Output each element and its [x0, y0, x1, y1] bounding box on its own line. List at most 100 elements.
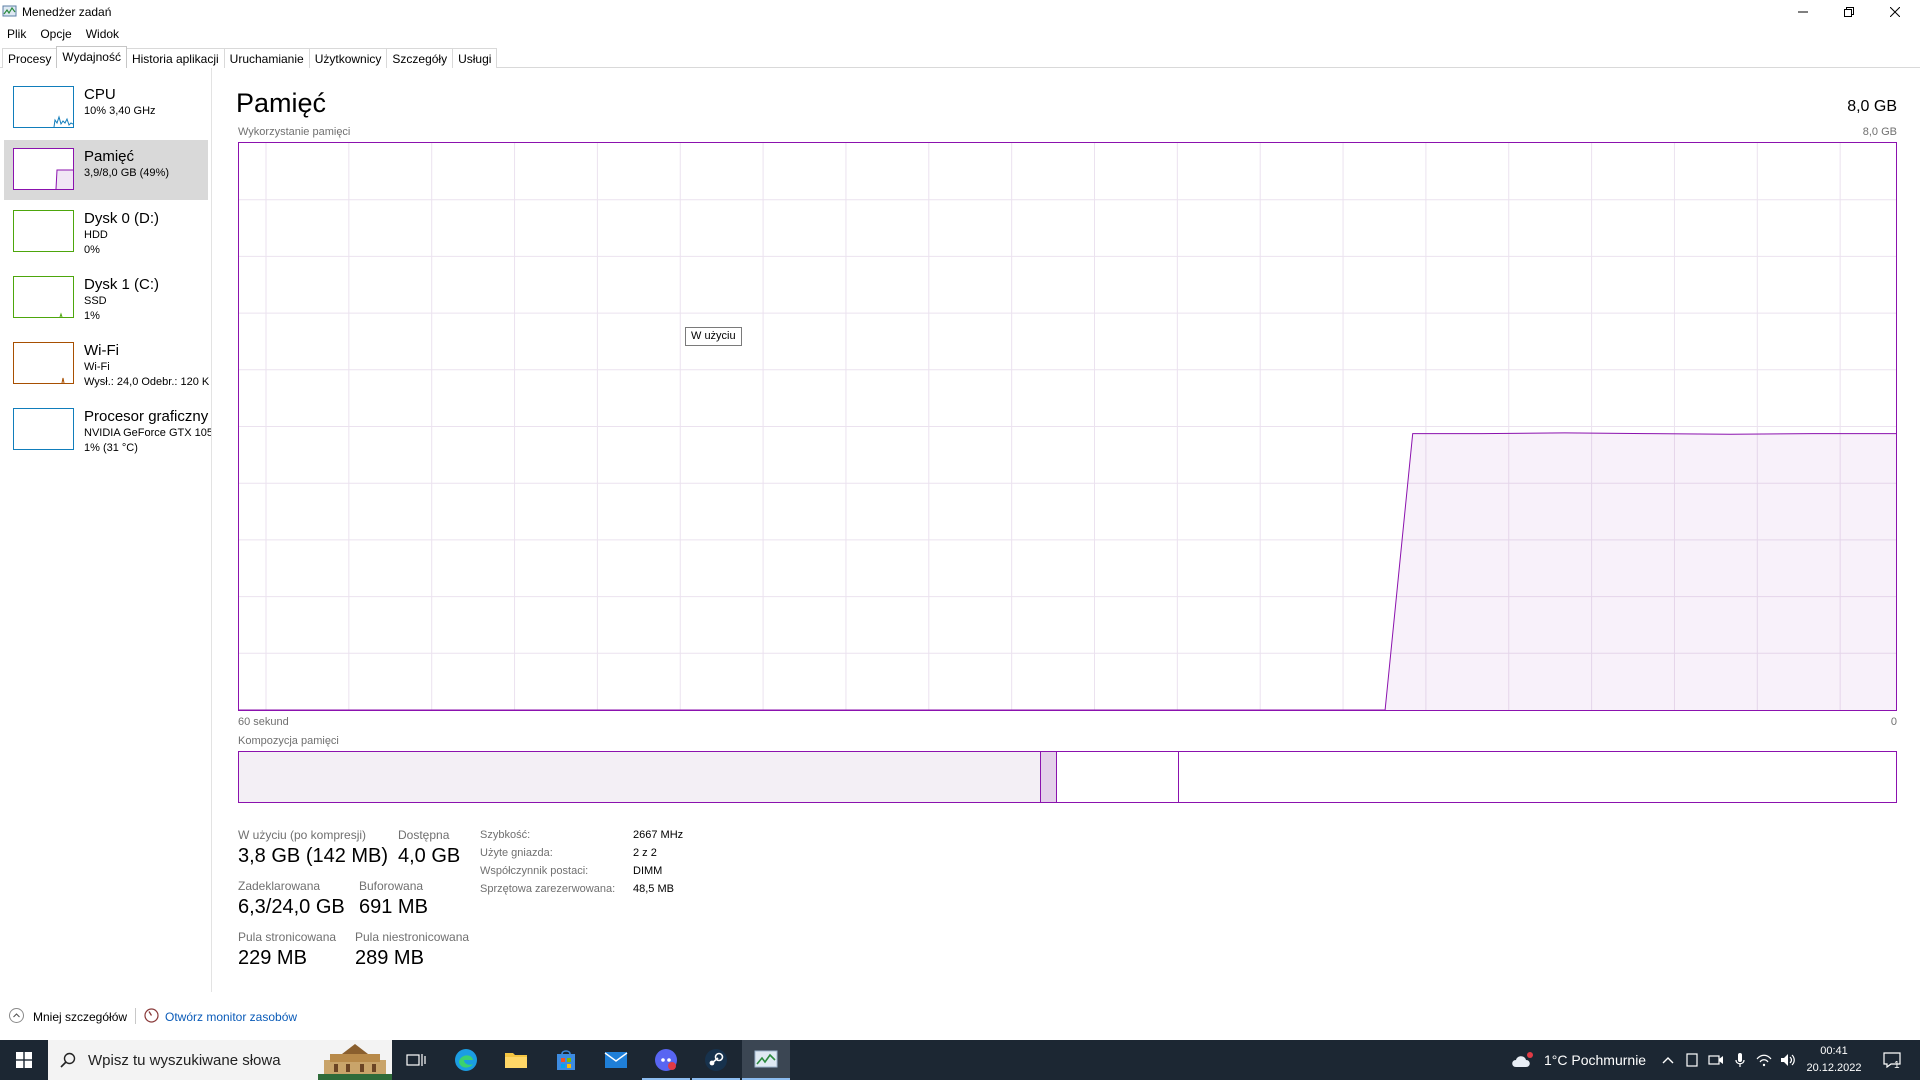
sidebar-item-detail: 0%: [84, 244, 100, 256]
chart-tooltip: W użyciu: [685, 327, 742, 346]
sidebar-item-detail: 3,9/8,0 GB (49%): [84, 167, 169, 179]
menu-options[interactable]: Opcje: [33, 24, 78, 44]
taskbar-search-box[interactable]: Wpisz tu wyszukiwane słowa: [48, 1040, 392, 1080]
edge-taskbar-button[interactable]: [442, 1040, 490, 1080]
close-button[interactable]: [1872, 0, 1918, 24]
steam-taskbar-button[interactable]: [692, 1040, 740, 1080]
cached-value: 691 MB: [359, 896, 428, 918]
chart-title: Wykorzystanie pamięci: [238, 126, 351, 138]
sidebar-item-detail: 1% (31 °C): [84, 442, 138, 454]
sidebar-item-detail: HDD: [84, 229, 108, 241]
committed-label: Zadeklarowana: [238, 879, 321, 893]
search-placeholder: Wpisz tu wyszukiwane słowa: [88, 1052, 281, 1069]
store-taskbar-button[interactable]: [542, 1040, 590, 1080]
memory-panel: Pamięć 8,0 GB Wykorzystanie pamięci 8,0 …: [212, 68, 1920, 992]
sidebar-item-detail: NVIDIA GeForce GTX 1050: [84, 427, 212, 439]
sidebar-item-label: Procesor graficzny 0: [84, 408, 212, 425]
page-title: Pamięć: [236, 88, 327, 118]
clock-date: 20.12.2022: [1806, 1062, 1862, 1074]
restore-button[interactable]: [1826, 0, 1872, 24]
composition-segment-in-use[interactable]: [239, 752, 1041, 802]
tab-users[interactable]: Użytkownicy: [308, 48, 388, 68]
x-axis-start-label: 60 sekund: [238, 716, 289, 728]
sidebar-item-wifi[interactable]: Wi-Fi Wi-Fi Wysł.: 24,0 Odebr.: 120 K: [4, 334, 209, 394]
menu-view[interactable]: Widok: [79, 24, 126, 44]
tab-services[interactable]: Usługi: [452, 48, 498, 68]
store-icon: [557, 1050, 575, 1070]
sidebar-item-detail: 10% 3,40 GHz: [84, 105, 156, 117]
tab-performance[interactable]: Wydajność: [56, 46, 127, 68]
memory-composition-bar[interactable]: [238, 751, 1897, 803]
tray-tablet-button[interactable]: [1682, 1050, 1702, 1070]
sidebar-item-detail: SSD: [84, 295, 107, 307]
cpu-thumbnail: [13, 86, 74, 128]
composition-segment-modified[interactable]: [1040, 752, 1058, 802]
available-value: 4,0 GB: [398, 845, 461, 867]
sidebar-item-disk-0[interactable]: Dysk 0 (D:) HDD 0%: [4, 202, 208, 262]
sidebar-item-label: CPU: [84, 86, 116, 103]
sidebar-item-gpu[interactable]: Procesor graficzny 0 NVIDIA GeForce GTX …: [4, 400, 211, 460]
task-view-button[interactable]: [392, 1040, 440, 1080]
tablet-icon: [1686, 1053, 1698, 1067]
window-title: Menedżer zadań: [22, 5, 112, 19]
chevron-up-icon: [1662, 1057, 1674, 1064]
discord-taskbar-button[interactable]: [642, 1040, 690, 1080]
sidebar-item-label: Pamięć: [84, 148, 135, 165]
tab-startup[interactable]: Uruchamianie: [223, 48, 310, 68]
taskbar-clock[interactable]: 00:41 20.12.2022: [1788, 1043, 1880, 1077]
tab-app-history[interactable]: Historia aplikacji: [125, 48, 225, 68]
show-hidden-icons-button[interactable]: [1658, 1050, 1678, 1070]
task-manager-icon: [2, 5, 17, 17]
edge-icon: [455, 1049, 477, 1071]
close-icon: [1890, 7, 1900, 17]
hardware-reserved-value: 48,5 MB: [633, 883, 674, 895]
series-area-in-use: [239, 432, 1896, 710]
tab-details[interactable]: Szczegóły: [386, 48, 454, 68]
paged-pool-value: 229 MB: [238, 947, 307, 969]
cached-label: Buforowana: [359, 879, 424, 893]
sidebar-item-memory[interactable]: Pamięć 3,9/8,0 GB (49%): [4, 140, 208, 200]
restore-icon: [1844, 7, 1854, 17]
mail-icon: [604, 1052, 628, 1068]
gpu-thumbnail: [13, 408, 74, 450]
windows-logo-icon: [16, 1052, 32, 1068]
tray-microphone-button[interactable]: [1730, 1050, 1750, 1070]
menu-file[interactable]: Plik: [0, 24, 33, 44]
task-manager-taskbar-button[interactable]: [742, 1040, 790, 1080]
tray-meet-button[interactable]: [1706, 1050, 1726, 1070]
fewer-details-link[interactable]: Mniej szczegółów: [33, 1010, 127, 1024]
weather-cloud-icon[interactable]: [1510, 1050, 1536, 1070]
composition-segment-standby[interactable]: [1057, 752, 1180, 802]
search-icon: [60, 1052, 76, 1068]
minimize-button[interactable]: [1780, 0, 1826, 24]
hardware-reserved-label: Sprzętowa zarezerwowana:: [480, 883, 616, 895]
tab-processes[interactable]: Procesy: [2, 48, 58, 68]
composition-segment-free[interactable]: [1179, 752, 1896, 802]
disk-0-thumbnail: [13, 210, 74, 252]
weather-text[interactable]: 1°C Pochmurnie: [1544, 1040, 1646, 1080]
wifi-icon: [1756, 1054, 1772, 1067]
open-resource-monitor-link[interactable]: Otwórz monitor zasobów: [165, 1010, 297, 1024]
memory-thumbnail: [13, 148, 74, 190]
sidebar-item-disk-1[interactable]: Dysk 1 (C:) SSD 1%: [4, 268, 208, 328]
divider: [135, 1008, 136, 1024]
tray-network-button[interactable]: [1754, 1050, 1774, 1070]
clock-time: 00:41: [1820, 1045, 1848, 1057]
file-explorer-taskbar-button[interactable]: [492, 1040, 540, 1080]
wifi-thumbnail: [13, 342, 74, 384]
sidebar-item-cpu[interactable]: CPU 10% 3,40 GHz: [4, 78, 208, 138]
microphone-icon: [1735, 1053, 1745, 1067]
action-center-button[interactable]: [1880, 1050, 1904, 1070]
slots-value: 2 z 2: [633, 847, 657, 859]
mail-taskbar-button[interactable]: [592, 1040, 640, 1080]
memory-usage-chart[interactable]: W użyciu: [238, 142, 1897, 711]
memory-usage-plot: [239, 143, 1896, 710]
sidebar-item-label: Dysk 1 (C:): [84, 276, 159, 293]
taskbar: Wpisz tu wyszukiwane słowa 1°C Pochmurni…: [0, 1040, 1920, 1080]
form-factor-value: DIMM: [633, 865, 663, 877]
chart-max-label: 8,0 GB: [1862, 126, 1897, 138]
search-highlight-illustration-icon: [318, 1040, 392, 1080]
slots-label: Użyte gniazda:: [480, 847, 553, 859]
chevron-up-icon[interactable]: [9, 1008, 24, 1023]
start-button[interactable]: [0, 1040, 48, 1080]
